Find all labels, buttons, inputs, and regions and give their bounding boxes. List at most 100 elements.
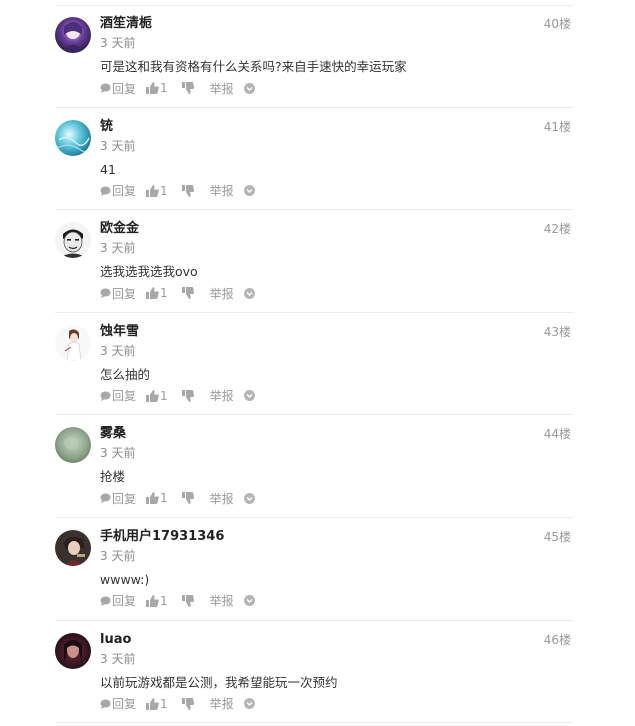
- more-options-button[interactable]: [243, 595, 255, 607]
- dislike-button[interactable]: [181, 184, 194, 197]
- like-button[interactable]: 1: [146, 389, 168, 403]
- username[interactable]: 手机用户17931346: [100, 528, 224, 546]
- reply-label: 回复: [112, 286, 137, 301]
- username[interactable]: luao: [100, 631, 131, 649]
- like-button[interactable]: 1: [146, 81, 168, 95]
- like-count: 1: [160, 388, 168, 403]
- comment-item: 手机用户17931346 45楼 3 天前 wwww:) 回复 1 举报: [55, 518, 573, 621]
- thumbs-up-icon: [146, 287, 159, 300]
- report-button[interactable]: 举报: [210, 285, 234, 302]
- comment-actions: 回复 1 举报: [100, 284, 255, 302]
- comment-actions: 回复 1 举报: [100, 79, 255, 97]
- floor-number: 41楼: [543, 119, 571, 134]
- reply-label: 回复: [112, 184, 137, 199]
- comment-bubble-icon: [100, 288, 111, 299]
- thumbs-down-icon: [181, 287, 194, 300]
- more-options-button[interactable]: [243, 287, 255, 299]
- dislike-button[interactable]: [181, 594, 194, 607]
- comment-item: luao 46楼 3 天前 以前玩游戏都是公测，我希望能玩一次预约 回复 1 举…: [55, 621, 573, 724]
- username[interactable]: 蚀年雪: [100, 323, 139, 341]
- comment-text: wwww:): [100, 571, 150, 587]
- like-button[interactable]: 1: [146, 286, 168, 300]
- dislike-button[interactable]: [181, 492, 194, 505]
- floor-number: 40楼: [543, 17, 571, 31]
- comment-actions: 回复 1 举报: [100, 592, 255, 610]
- comment-item: 欧金金 42楼 3 天前 选我选我选我ovo 回复 1 举报: [55, 210, 573, 313]
- username[interactable]: 铳: [100, 118, 113, 136]
- chevron-down-icon: [243, 595, 255, 607]
- comment-item: 蚀年雪 43楼 3 天前 怎么抽的 回复 1 举报: [55, 313, 573, 416]
- thumbs-down-icon: [181, 594, 194, 607]
- dislike-button[interactable]: [181, 697, 194, 710]
- avatar[interactable]: [55, 324, 91, 361]
- comment-bubble-icon: [100, 391, 111, 401]
- comment-text: 怎么抽的: [100, 366, 151, 382]
- chevron-down-icon: [243, 698, 255, 710]
- reply-button[interactable]: 回复: [100, 285, 136, 302]
- more-options-button[interactable]: [243, 698, 255, 710]
- avatar[interactable]: [55, 529, 91, 566]
- reply-label: 回复: [112, 491, 137, 506]
- report-button[interactable]: 举报: [210, 592, 234, 609]
- like-button[interactable]: 1: [146, 491, 168, 505]
- post-time: 3 天前: [100, 36, 136, 50]
- comment-bubble-icon: [100, 596, 111, 606]
- post-time: 3 天前: [100, 343, 136, 358]
- post-time: 3 天前: [100, 548, 136, 563]
- comment-item: 铳 41楼 3 天前 41 回复 1 举报: [55, 108, 573, 211]
- reply-button[interactable]: 回复: [100, 80, 136, 97]
- comment-text: 选我选我选我ovo: [100, 264, 198, 280]
- chevron-down-icon: [243, 390, 255, 402]
- dislike-button[interactable]: [181, 389, 194, 402]
- more-options-button[interactable]: [243, 390, 255, 402]
- post-time: 3 天前: [100, 138, 136, 153]
- comment-text: 抢楼: [100, 469, 126, 485]
- report-button[interactable]: 举报: [210, 490, 234, 507]
- thumbs-down-icon: [181, 492, 194, 505]
- reply-label: 回复: [112, 81, 137, 96]
- like-count: 1: [160, 491, 168, 506]
- dislike-button[interactable]: [181, 82, 194, 94]
- comment-text: 41: [100, 161, 116, 177]
- thumbs-down-icon: [181, 389, 194, 402]
- report-button[interactable]: 举报: [210, 182, 234, 199]
- report-button[interactable]: 举报: [210, 695, 234, 712]
- reply-button[interactable]: 回复: [100, 695, 136, 712]
- report-button[interactable]: 举报: [210, 80, 234, 97]
- more-options-button[interactable]: [243, 185, 255, 197]
- avatar[interactable]: [55, 427, 91, 464]
- comment-actions: 回复 1 举报: [100, 489, 255, 507]
- more-options-button[interactable]: [243, 492, 255, 504]
- avatar[interactable]: [55, 222, 91, 259]
- thumbs-up-icon: [146, 184, 159, 197]
- like-count: 1: [160, 696, 168, 711]
- comment-bubble-icon: [100, 699, 111, 709]
- username[interactable]: 酒笙清栀: [100, 15, 152, 33]
- avatar[interactable]: [55, 119, 91, 156]
- floor-number: 46楼: [543, 632, 571, 647]
- username[interactable]: 雾桑: [100, 425, 126, 443]
- comment-bubble-icon: [100, 493, 111, 504]
- reply-button[interactable]: 回复: [100, 182, 136, 199]
- comment-actions: 回复 1 举报: [100, 695, 255, 713]
- more-options-button[interactable]: [243, 82, 255, 94]
- reply-button[interactable]: 回复: [100, 592, 136, 609]
- reply-button[interactable]: 回复: [100, 387, 136, 404]
- floor-number: 42楼: [543, 222, 571, 237]
- report-button[interactable]: 举报: [210, 387, 234, 404]
- thumbs-down-icon: [181, 697, 194, 710]
- thumbs-up-icon: [146, 82, 159, 94]
- username[interactable]: 欧金金: [100, 220, 139, 238]
- chevron-down-icon: [243, 287, 255, 299]
- like-count: 1: [160, 81, 168, 95]
- dislike-button[interactable]: [181, 287, 194, 300]
- floor-number: 43楼: [543, 324, 571, 339]
- avatar[interactable]: [55, 632, 91, 669]
- comment-bubble-icon: [100, 186, 111, 196]
- avatar[interactable]: [55, 17, 91, 53]
- like-button[interactable]: 1: [146, 697, 168, 711]
- like-button[interactable]: 1: [146, 594, 168, 608]
- comment-text: 可是这和我有资格有什么关系吗?来自手速快的幸运玩家: [100, 59, 407, 74]
- reply-button[interactable]: 回复: [100, 490, 136, 507]
- like-button[interactable]: 1: [146, 184, 168, 198]
